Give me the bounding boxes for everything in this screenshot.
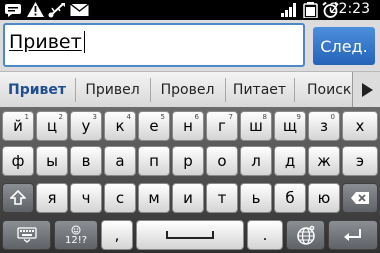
key-с[interactable]: с	[104, 183, 136, 213]
key-label: к	[115, 117, 125, 135]
key-label: у	[81, 117, 91, 135]
more-suggestions-button[interactable]	[352, 72, 380, 108]
key-п[interactable]: п	[138, 146, 170, 176]
play-arrow-icon	[361, 83, 373, 97]
key-я[interactable]: я	[36, 183, 68, 213]
key-ф[interactable]: ф	[2, 146, 34, 176]
key-sub-label: 2	[58, 113, 63, 121]
key-г[interactable]: г7	[206, 111, 238, 141]
key-sub-label: 8	[262, 113, 267, 121]
backspace-icon	[351, 192, 369, 204]
symbols-key[interactable]: 12!?	[54, 220, 98, 250]
key-sub-label: 0	[330, 113, 335, 121]
shift-arrow-icon	[10, 190, 26, 205]
enter-arrow-icon	[344, 229, 361, 241]
key-label: ш	[249, 117, 263, 135]
status-bar: 22:23	[0, 0, 380, 20]
key-sub-label: 1	[24, 113, 29, 121]
key-н[interactable]: н6	[172, 111, 204, 141]
space-key[interactable]	[136, 220, 244, 250]
key-label: з	[320, 117, 328, 135]
key-э[interactable]: э	[342, 146, 378, 176]
key-label: ц	[46, 117, 58, 135]
key-щ[interactable]: щ9	[274, 111, 306, 141]
key-д[interactable]: д	[274, 146, 306, 176]
backspace-key[interactable]	[342, 183, 378, 213]
key-sub-label: 5	[160, 113, 165, 121]
key-label: е	[149, 117, 159, 135]
status-time: 22:23	[329, 1, 370, 17]
key-м[interactable]: м	[138, 183, 170, 213]
key-sub-label: 4	[126, 113, 131, 121]
key-label: н	[183, 117, 193, 135]
globe-icon	[296, 225, 315, 245]
key-о[interactable]: о	[206, 146, 238, 176]
sms-icon	[4, 2, 22, 21]
key-ж[interactable]: ж	[308, 146, 340, 176]
battery-icon	[302, 2, 319, 22]
warning-icon	[27, 2, 44, 21]
key-ш[interactable]: ш8	[240, 111, 272, 141]
language-key[interactable]	[286, 220, 325, 250]
suggestion-item[interactable]: Питает	[226, 72, 293, 108]
key-в[interactable]: в	[70, 146, 102, 176]
key-ю[interactable]: ю	[308, 183, 340, 213]
smiley-icon	[71, 225, 81, 234]
suggestion-item[interactable]: Привел	[76, 72, 149, 108]
key-sub-label: 9	[296, 113, 301, 121]
mail-icon	[70, 2, 89, 21]
key-label: х	[355, 117, 365, 135]
key-sub-label: 6	[194, 113, 199, 121]
message-input[interactable]: Привет	[3, 23, 305, 67]
key-ь[interactable]: ь	[240, 183, 272, 213]
key-ч[interactable]: ч	[70, 183, 102, 213]
space-bar-icon	[166, 231, 214, 239]
key-х[interactable]: х	[342, 111, 378, 141]
key-л[interactable]: л	[240, 146, 272, 176]
comma-key[interactable]: ,	[101, 220, 133, 250]
key-з[interactable]: з0	[308, 111, 340, 141]
symbols-label: 12!?	[64, 234, 88, 246]
period-key[interactable]: .	[247, 220, 283, 250]
key-sub-label: 3	[92, 113, 97, 121]
key-а[interactable]: а	[104, 146, 136, 176]
key-ц[interactable]: ц2	[36, 111, 68, 141]
key-й[interactable]: й1	[2, 111, 34, 141]
usb-icon	[48, 2, 66, 22]
suggestion-item[interactable]: Провел	[151, 72, 224, 108]
key-б[interactable]: б	[274, 183, 306, 213]
key-у[interactable]: у3	[70, 111, 102, 141]
input-area: Привет След.	[0, 20, 380, 71]
key-label: г	[218, 117, 226, 135]
keyboard-icon	[16, 227, 37, 243]
enter-key[interactable]	[328, 220, 378, 250]
next-button[interactable]: След.	[313, 27, 375, 65]
shift-key[interactable]	[2, 183, 34, 213]
hide-keyboard-key[interactable]	[2, 220, 51, 250]
input-text: Привет	[9, 31, 82, 53]
keyboard: й1 ц2 у3 к4 е5 н6 г7 ш8 щ9 з0 х ф ы в а …	[0, 107, 380, 253]
key-т[interactable]: т	[206, 183, 238, 213]
suggestion-item[interactable]: Привет	[0, 72, 74, 108]
key-ы[interactable]: ы	[36, 146, 68, 176]
key-к[interactable]: к4	[104, 111, 136, 141]
signal-icon	[281, 2, 297, 21]
suggestion-item[interactable]: Поиски	[295, 72, 352, 108]
key-е[interactable]: е5	[138, 111, 170, 141]
suggestion-bar: Привет Привел Провел Питает Поиски	[0, 71, 380, 108]
key-р[interactable]: р	[172, 146, 204, 176]
key-label: й	[13, 117, 23, 135]
key-и[interactable]: и	[172, 183, 204, 213]
text-cursor	[84, 31, 85, 53]
key-sub-label: 7	[228, 113, 233, 121]
key-label: щ	[282, 117, 298, 135]
